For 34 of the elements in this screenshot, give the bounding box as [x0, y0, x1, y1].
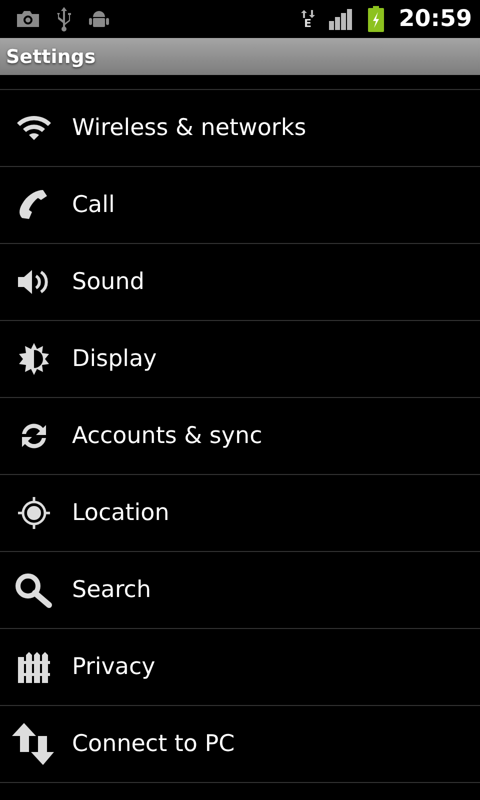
settings-item[interactable]: Privacy	[0, 629, 480, 706]
clock: 20:59	[398, 6, 472, 32]
search-icon	[14, 572, 54, 608]
fence-icon	[17, 651, 51, 683]
settings-item[interactable]: Wireless & networks	[0, 90, 480, 167]
screen-title: Settings	[6, 46, 96, 68]
location-target-icon	[17, 496, 51, 530]
camera-icon	[16, 10, 40, 28]
network-type: E	[304, 18, 312, 28]
speaker-icon	[17, 268, 51, 296]
item-label: Sound	[72, 269, 144, 295]
transfer-arrows-icon	[12, 723, 56, 765]
item-label: Privacy	[72, 654, 156, 680]
item-label: Wireless & networks	[72, 115, 306, 141]
item-label: Accounts & sync	[72, 423, 262, 449]
data-arrows-icon	[300, 10, 315, 18]
item-label: Location	[72, 500, 170, 526]
settings-item[interactable]: Accounts & sync	[0, 398, 480, 475]
wifi-icon	[16, 114, 52, 142]
settings-item[interactable]: Sound	[0, 244, 480, 321]
android-icon	[88, 9, 110, 29]
settings-item[interactable]: Call	[0, 167, 480, 244]
item-label: Connect to PC	[72, 731, 235, 757]
brightness-icon	[17, 342, 51, 376]
settings-item[interactable]: Location	[0, 475, 480, 552]
battery-charging-icon	[366, 6, 385, 32]
item-label: Call	[72, 192, 115, 218]
settings-item[interactable]: Connect to PC	[0, 706, 480, 783]
settings-item[interactable]: Display	[0, 321, 480, 398]
item-label: Search	[72, 577, 152, 603]
item-label: Display	[72, 346, 157, 372]
settings-item[interactable]: Search	[0, 552, 480, 629]
signal-icon	[328, 8, 353, 30]
usb-icon	[56, 6, 72, 32]
